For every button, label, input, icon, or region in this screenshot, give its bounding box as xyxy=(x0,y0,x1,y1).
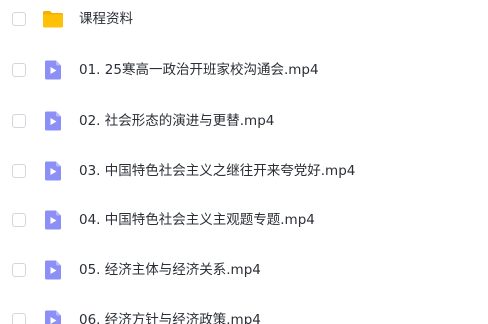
select-checkbox[interactable] xyxy=(12,164,26,178)
file-list: 课程资料 01. 25寒高一政治开班家校沟通会.mp4 02. 社会形态的演进与… xyxy=(0,0,488,324)
video-file-icon xyxy=(41,58,65,82)
video-file-icon xyxy=(41,258,65,282)
select-checkbox[interactable] xyxy=(12,63,26,77)
list-item-folder[interactable]: 课程资料 xyxy=(0,1,488,37)
file-name: 03. 中国特色社会主义之继往开来夸党好.mp4 xyxy=(79,163,356,179)
folder-icon xyxy=(41,7,65,31)
list-item-video[interactable]: 02. 社会形态的演进与更替.mp4 xyxy=(0,103,488,139)
select-checkbox[interactable] xyxy=(12,12,26,26)
select-checkbox[interactable] xyxy=(12,313,26,324)
file-name: 课程资料 xyxy=(79,11,133,27)
file-name: 05. 经济主体与经济关系.mp4 xyxy=(79,262,261,278)
select-checkbox[interactable] xyxy=(12,114,26,128)
file-name: 01. 25寒高一政治开班家校沟通会.mp4 xyxy=(79,62,319,78)
file-name: 04. 中国特色社会主义主观题专题.mp4 xyxy=(79,212,315,228)
list-item-video[interactable]: 03. 中国特色社会主义之继往开来夸党好.mp4 xyxy=(0,153,488,189)
video-file-icon xyxy=(41,208,65,232)
list-item-video[interactable]: 05. 经济主体与经济关系.mp4 xyxy=(0,252,488,288)
file-name: 06. 经济方针与经济政策.mp4 xyxy=(79,312,261,324)
select-checkbox[interactable] xyxy=(12,213,26,227)
video-file-icon xyxy=(41,308,65,324)
list-item-video[interactable]: 06. 经济方针与经济政策.mp4 xyxy=(0,302,488,324)
video-file-icon xyxy=(41,109,65,133)
list-item-video[interactable]: 04. 中国特色社会主义主观题专题.mp4 xyxy=(0,202,488,238)
video-file-icon xyxy=(41,159,65,183)
list-item-video[interactable]: 01. 25寒高一政治开班家校沟通会.mp4 xyxy=(0,52,488,88)
select-checkbox[interactable] xyxy=(12,263,26,277)
file-name: 02. 社会形态的演进与更替.mp4 xyxy=(79,113,275,129)
